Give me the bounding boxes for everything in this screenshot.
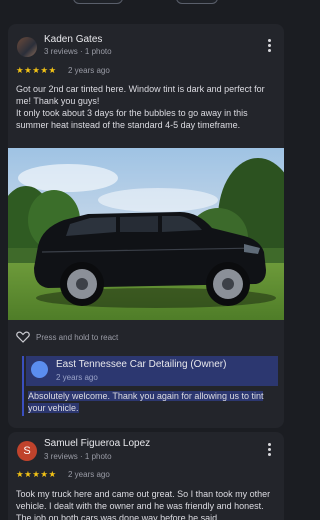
car-photo-illustration [8,148,284,320]
avatar[interactable] [17,37,37,57]
top-chip-left[interactable] [73,0,123,4]
owner-reply: East Tennessee Car Detailing (Owner) 2 y… [22,356,278,446]
review-card: S Samuel Figueroa Lopez 3 reviews · 1 ph… [8,432,284,520]
heart-outline-icon[interactable] [16,331,30,343]
react-hint: Press and hold to react [36,332,119,342]
review-text-line-1: Got our 2nd car tinted here. Window tint… [16,84,265,106]
review-text: Got our 2nd car tinted here. Window tint… [16,83,280,131]
rating-stars: ★★★★★ [16,65,57,75]
reply-text-selected[interactable]: Absolutely welcome. Thank you again for … [28,391,264,413]
kebab-menu-icon[interactable] [268,39,272,52]
review-time: 2 years ago [68,66,110,75]
reply-author: East Tennessee Car Detailing (Owner) [56,359,227,370]
reply-text: Absolutely welcome. Thank you again for … [28,390,276,414]
review-time: 2 years ago [68,470,110,479]
kebab-menu-icon[interactable] [268,443,272,456]
review-card: Kaden Gates 3 reviews · 1 photo ★★★★★ 2 … [8,24,284,446]
review-author[interactable]: Samuel Figueroa Lopez [44,438,150,449]
react-row[interactable]: Press and hold to react [16,331,118,343]
reply-time: 2 years ago [56,373,98,382]
review-text-line-2: It only took about 3 days for the bubble… [16,108,248,130]
review-author-meta: 3 reviews · 1 photo [44,47,112,56]
store-avatar-icon [31,361,48,378]
review-text: Took my truck here and came out great. S… [16,489,271,520]
avatar[interactable]: S [17,441,37,461]
rating-stars: ★★★★★ [16,469,57,479]
review-photo[interactable] [8,148,284,320]
review-author[interactable]: Kaden Gates [44,34,102,45]
review-author-meta: 3 reviews · 1 photo [44,452,112,461]
top-chip-right[interactable] [176,0,218,4]
reply-accent-bar [22,356,24,416]
